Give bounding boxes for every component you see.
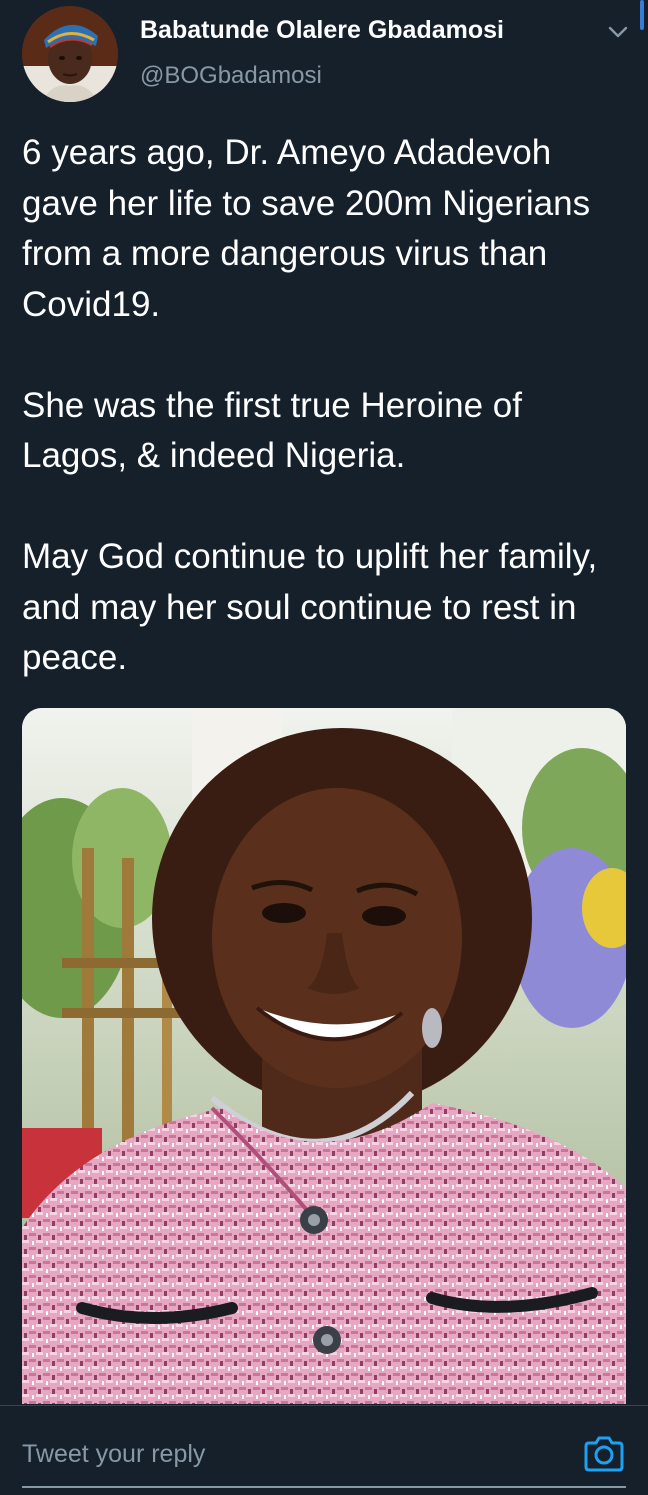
tweet-paragraph: She was the first true Heroine of Lagos,… <box>22 385 522 476</box>
reply-input[interactable] <box>22 1434 562 1474</box>
tweet-paragraph: May God continue to uplift her family, a… <box>22 537 598 677</box>
tweet-paragraph: 6 years ago, Dr. Ameyo Adadevoh gave her… <box>22 133 591 324</box>
author-display-name[interactable]: Babatunde Olalere Gbadamosi <box>140 16 504 45</box>
reply-bar <box>0 1405 648 1495</box>
tweet-photo[interactable] <box>22 708 626 1404</box>
tweet-detail-screen: Babatunde Olalere Gbadamosi @BOGbadamosi… <box>0 0 648 1495</box>
avatar[interactable] <box>22 6 118 102</box>
reply-underline <box>22 1486 626 1488</box>
tweet-header: Babatunde Olalere Gbadamosi @BOGbadamosi <box>0 0 648 110</box>
author-handle[interactable]: @BOGbadamosi <box>140 62 322 90</box>
camera-button[interactable] <box>582 1434 626 1474</box>
tweet-text: 6 years ago, Dr. Ameyo Adadevoh gave her… <box>22 128 632 684</box>
camera-icon <box>584 1436 624 1472</box>
chevron-down-icon[interactable] <box>606 20 630 44</box>
